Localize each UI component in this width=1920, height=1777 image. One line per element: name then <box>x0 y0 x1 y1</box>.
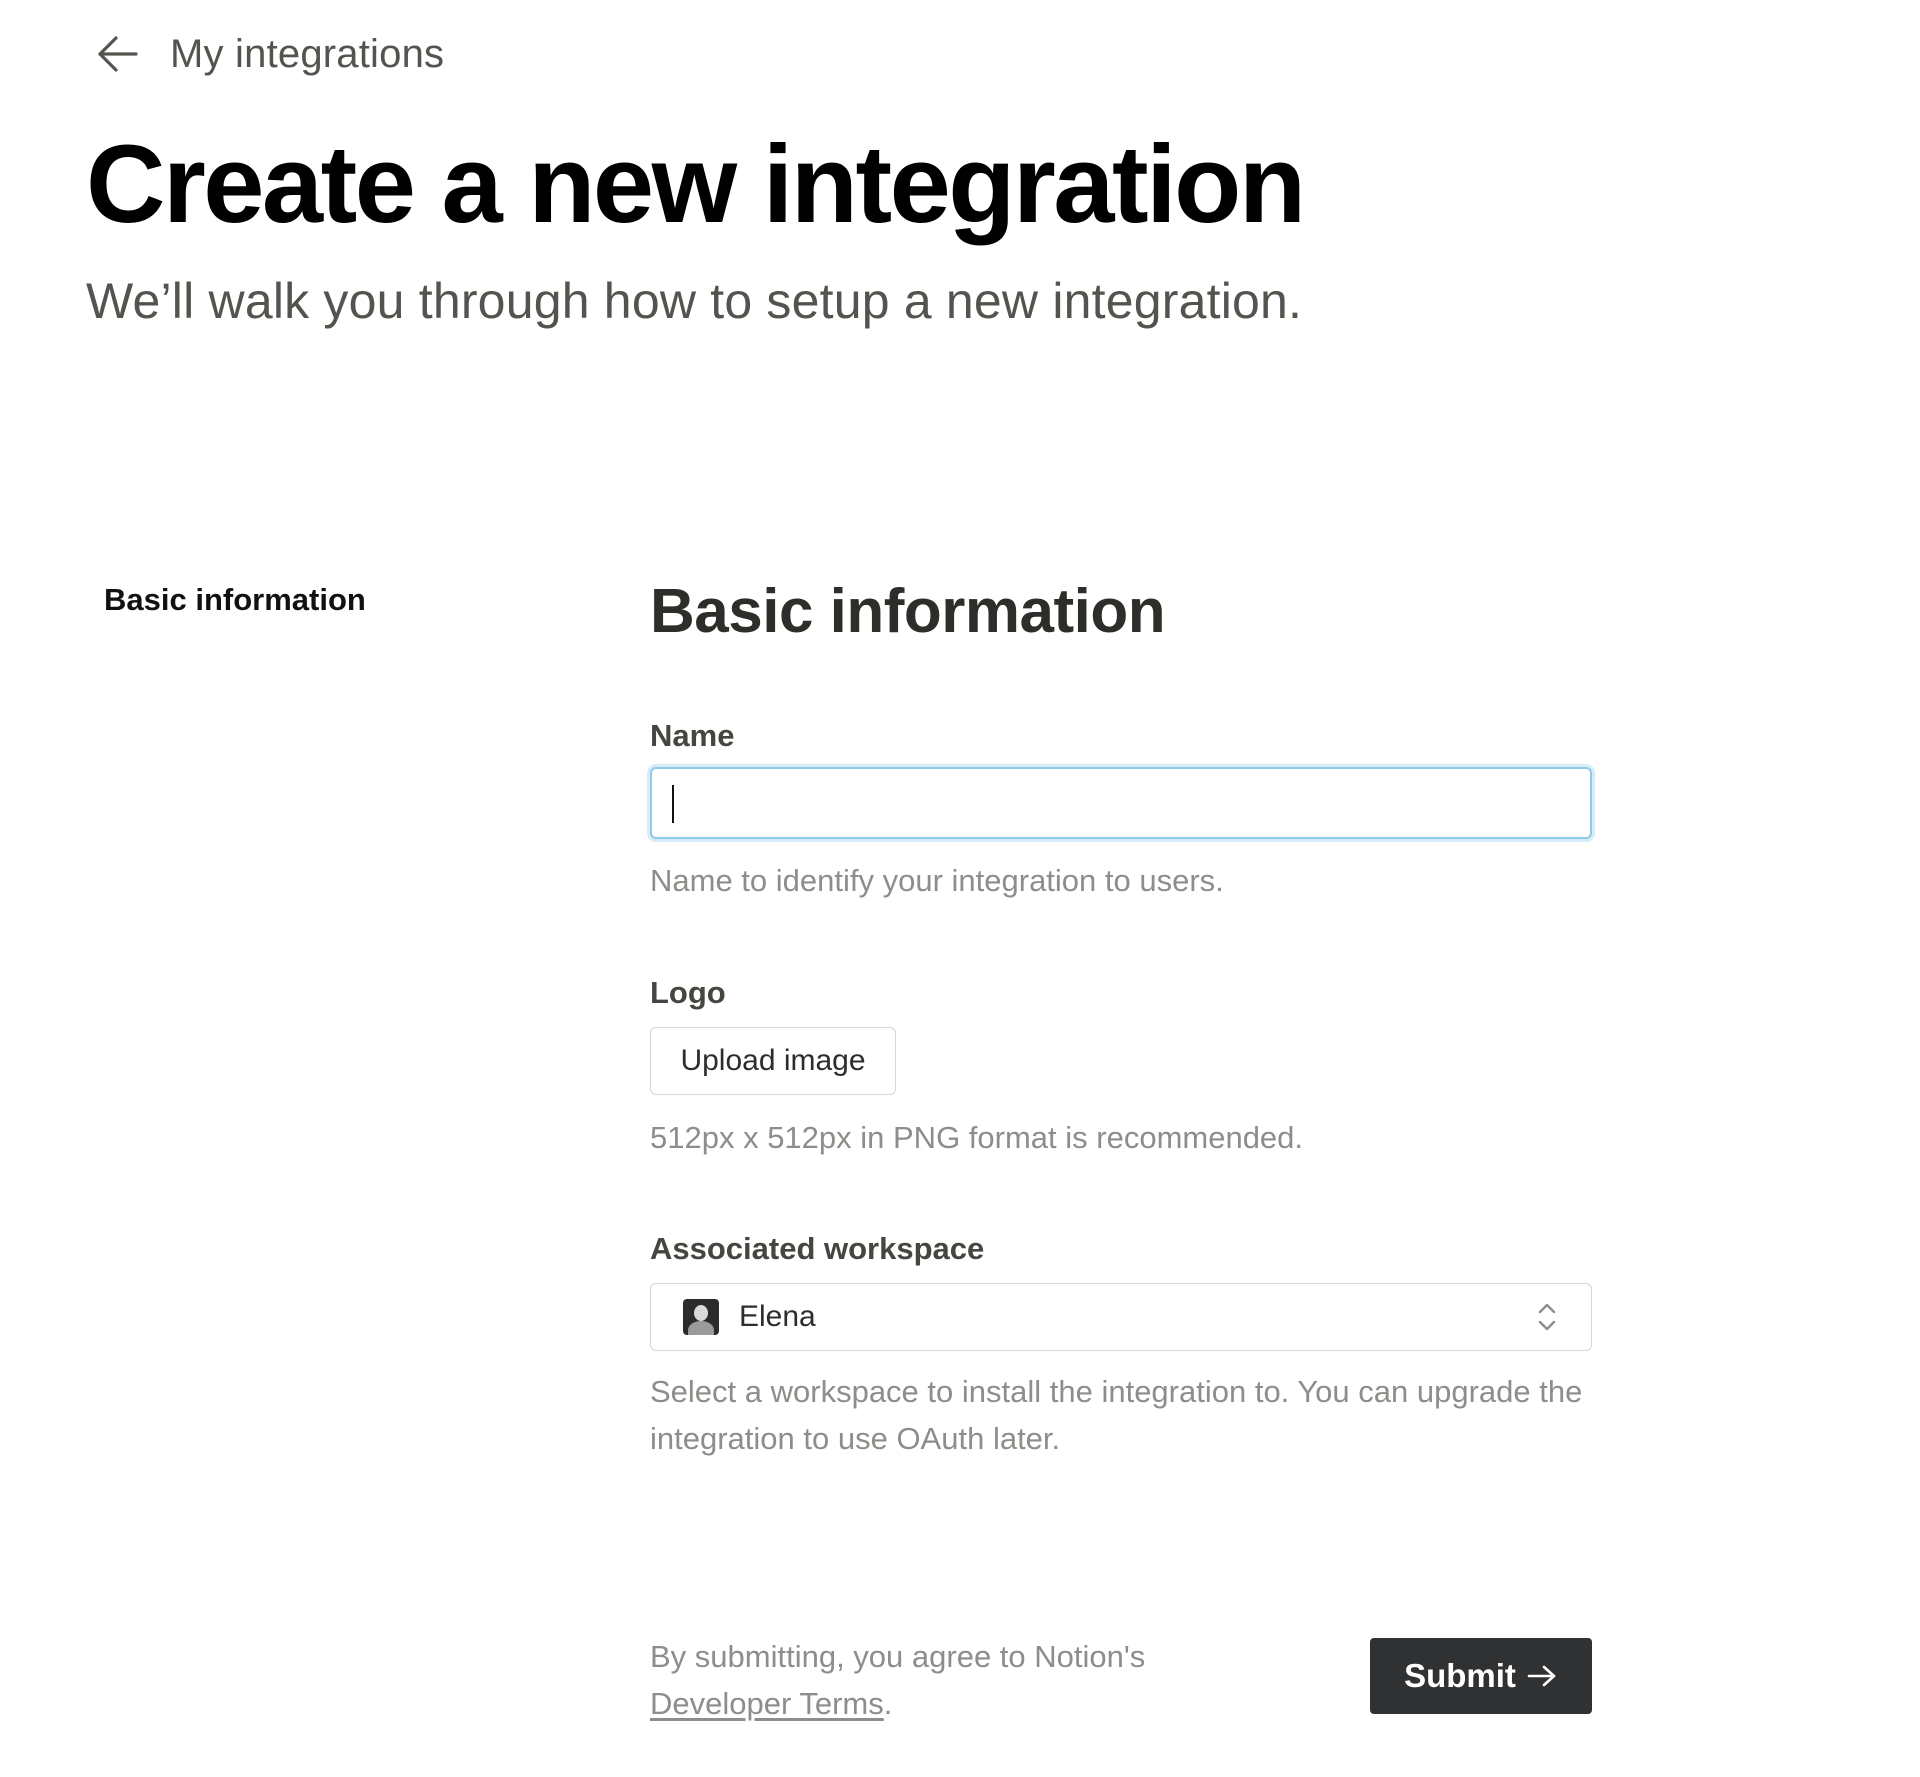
workspace-selected-value: Elena <box>739 1300 816 1333</box>
workspace-select[interactable]: Elena <box>650 1283 1592 1351</box>
terms-suffix: . <box>883 1686 893 1721</box>
workspace-label: Associated workspace <box>650 1231 985 1266</box>
side-nav-item-basic-information[interactable]: Basic information <box>104 582 366 618</box>
page: My integrations Create a new integration… <box>0 0 1920 1777</box>
arrow-left-icon <box>92 28 144 80</box>
submit-button[interactable]: Submit <box>1370 1638 1592 1714</box>
side-nav: Basic information <box>104 582 366 618</box>
logo-label: Logo <box>650 975 726 1010</box>
developer-terms-link[interactable]: Developer Terms <box>650 1686 884 1721</box>
integration-form: Basic information Name Name to identify … <box>650 575 1592 1456</box>
back-link-label: My integrations <box>170 31 445 76</box>
terms-prefix: By submitting, you agree to Notion's <box>650 1639 1146 1674</box>
section-title: Basic information <box>650 577 1166 646</box>
terms-notice: By submitting, you agree to Notion's Dev… <box>650 1633 1145 1727</box>
page-title: Create a new integration <box>86 123 1306 246</box>
arrow-right-icon <box>1526 1662 1558 1690</box>
back-link[interactable]: My integrations <box>92 28 444 80</box>
text-cursor <box>672 785 674 823</box>
name-label: Name <box>650 718 735 753</box>
upload-image-button[interactable]: Upload image <box>650 1027 896 1095</box>
page-subtitle: We’ll walk you through how to setup a ne… <box>86 273 1303 329</box>
user-avatar-icon <box>683 1299 719 1335</box>
workspace-hint: Select a workspace to install the integr… <box>650 1374 1583 1456</box>
submit-label: Submit <box>1404 1657 1516 1694</box>
name-hint: Name to identify your integration to use… <box>650 863 1224 898</box>
chevron-up-down-icon <box>1535 1301 1559 1333</box>
logo-hint: 512px x 512px in PNG format is recommend… <box>650 1120 1304 1155</box>
name-input[interactable] <box>650 767 1592 839</box>
